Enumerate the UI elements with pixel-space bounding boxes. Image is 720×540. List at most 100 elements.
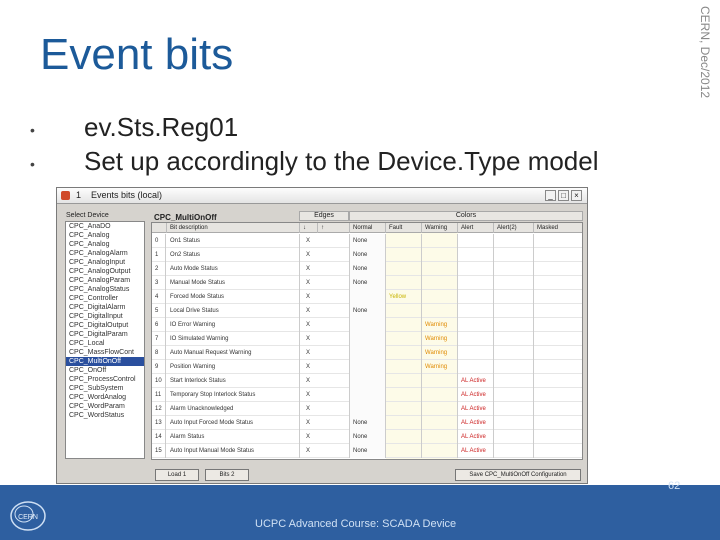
warning-color-cell[interactable] [422,416,458,430]
fault-color-cell[interactable] [386,304,422,318]
bit-number-cell[interactable]: 7 [152,332,166,346]
alert-color-cell[interactable] [458,276,494,290]
edge-cell[interactable]: X [300,318,350,332]
alert-color-cell[interactable] [458,304,494,318]
device-list-item[interactable]: CPC_WordStatus [66,411,144,420]
table-row[interactable]: 13 Auto Input Forced Mode Status X None AL A… [152,416,582,430]
alert2-color-cell[interactable] [494,304,534,318]
table-row[interactable]: 5 Local Drive Status X None [152,304,582,318]
alert2-color-cell[interactable] [494,346,534,360]
edge-cell[interactable]: X [300,276,350,290]
warning-color-cell[interactable] [422,430,458,444]
fault-color-cell[interactable] [386,276,422,290]
device-list-item[interactable]: CPC_Analog [66,231,144,240]
normal-color-cell[interactable] [350,402,386,416]
device-list-item[interactable]: CPC_OnOff [66,366,144,375]
device-list-item[interactable]: CPC_AnaDO [66,222,144,231]
window-titlebar[interactable]: 1 Events bits (local) _ □ × [57,188,587,204]
bit-description-cell[interactable]: IO Error Warning [167,318,300,332]
bit-description-cell[interactable]: Alarm Unacknowledged [167,402,300,416]
fault-color-cell[interactable] [386,262,422,276]
normal-color-cell[interactable] [350,332,386,346]
alert-color-cell[interactable]: AL Active [458,374,494,388]
edge-cell[interactable]: X [300,388,350,402]
warning-color-cell[interactable] [422,374,458,388]
masked-color-cell[interactable] [534,402,582,416]
device-list-item[interactable]: CPC_DigitalInput [66,312,144,321]
alert2-color-cell[interactable] [494,360,534,374]
bit-description-cell[interactable]: IO Simulated Warning [167,332,300,346]
alert-color-cell[interactable]: AL Active [458,430,494,444]
alert2-color-cell[interactable] [494,374,534,388]
edge-cell[interactable]: X [300,430,350,444]
table-row[interactable]: 3 Manual Mode Status X None [152,276,582,290]
normal-color-cell[interactable]: None [350,276,386,290]
bit-number-cell[interactable]: 14 [152,430,166,444]
device-list-item[interactable]: CPC_ProcessControl [66,375,144,384]
bit-number-cell[interactable]: 2 [152,262,166,276]
alert2-color-cell[interactable] [494,388,534,402]
edge-cell[interactable]: X [300,262,350,276]
masked-color-cell[interactable] [534,444,582,458]
alert2-color-cell[interactable] [494,430,534,444]
warning-color-cell[interactable]: Warning [422,332,458,346]
alert2-color-cell[interactable] [494,318,534,332]
alert2-color-cell[interactable] [494,444,534,458]
bit-description-cell[interactable]: Manual Mode Status [167,276,300,290]
maximize-button[interactable]: □ [558,190,569,201]
masked-color-cell[interactable] [534,332,582,346]
bit-number-cell[interactable]: 3 [152,276,166,290]
edge-cell[interactable]: X [300,416,350,430]
warning-color-cell[interactable]: Warning [422,318,458,332]
masked-color-cell[interactable] [534,388,582,402]
warning-color-cell[interactable] [422,388,458,402]
bit-number-cell[interactable]: 11 [152,388,166,402]
minimize-button[interactable]: _ [545,190,556,201]
warning-color-cell[interactable] [422,402,458,416]
bit-number-cell[interactable]: 13 [152,416,166,430]
table-row[interactable]: 15 Auto Input Manual Mode Status X None AL A… [152,444,582,458]
edge-cell[interactable]: X [300,374,350,388]
alert2-color-cell[interactable] [494,234,534,248]
device-list-item[interactable]: CPC_DigitalParam [66,330,144,339]
device-list[interactable]: CPC_AnaDO CPC_Analog CPC_Analog CPC_AnalogA… [65,221,145,459]
masked-color-cell[interactable] [534,430,582,444]
fault-color-cell[interactable] [386,402,422,416]
normal-color-cell[interactable] [350,374,386,388]
edge-cell[interactable]: X [300,360,350,374]
normal-color-cell[interactable] [350,388,386,402]
bit-number-cell[interactable]: 5 [152,304,166,318]
device-list-item[interactable]: CPC_AnalogStatus [66,285,144,294]
bit-number-cell[interactable]: 1 [152,248,166,262]
alert-color-cell[interactable]: AL Active [458,416,494,430]
device-list-item[interactable]: CPC_MultiOnOff [66,357,144,366]
fault-color-cell[interactable] [386,444,422,458]
device-list-item[interactable]: CPC_MassFlowCont [66,348,144,357]
fault-color-cell[interactable] [386,332,422,346]
bit-number-cell[interactable]: 6 [152,318,166,332]
warning-color-cell[interactable] [422,248,458,262]
normal-color-cell[interactable] [350,290,386,304]
device-list-item[interactable]: CPC_Analog [66,240,144,249]
table-row[interactable]: 7 IO Simulated Warning X Warning [152,332,582,346]
bit-description-cell[interactable]: Temporary Stop Interlock Status [167,388,300,402]
fault-color-cell[interactable] [386,234,422,248]
normal-color-cell[interactable]: None [350,416,386,430]
alert-color-cell[interactable] [458,290,494,304]
fault-color-cell[interactable] [386,374,422,388]
bit-description-cell[interactable]: Forced Mode Status [167,290,300,304]
masked-color-cell[interactable] [534,360,582,374]
edge-cell[interactable]: X [300,332,350,346]
bit-number-cell[interactable]: 10 [152,374,166,388]
bit-description-cell[interactable]: On1 Status [167,234,300,248]
bit-description-cell[interactable]: Auto Manual Request Warning [167,346,300,360]
edge-cell[interactable]: X [300,290,350,304]
table-row[interactable]: 0 On1 Status X None [152,234,582,248]
normal-color-cell[interactable] [350,360,386,374]
masked-color-cell[interactable] [534,248,582,262]
device-list-item[interactable]: CPC_AnalogOutput [66,267,144,276]
device-list-item[interactable]: CPC_WordParam [66,402,144,411]
alert-color-cell[interactable]: AL Active [458,402,494,416]
alert-color-cell[interactable] [458,262,494,276]
alert-color-cell[interactable] [458,234,494,248]
